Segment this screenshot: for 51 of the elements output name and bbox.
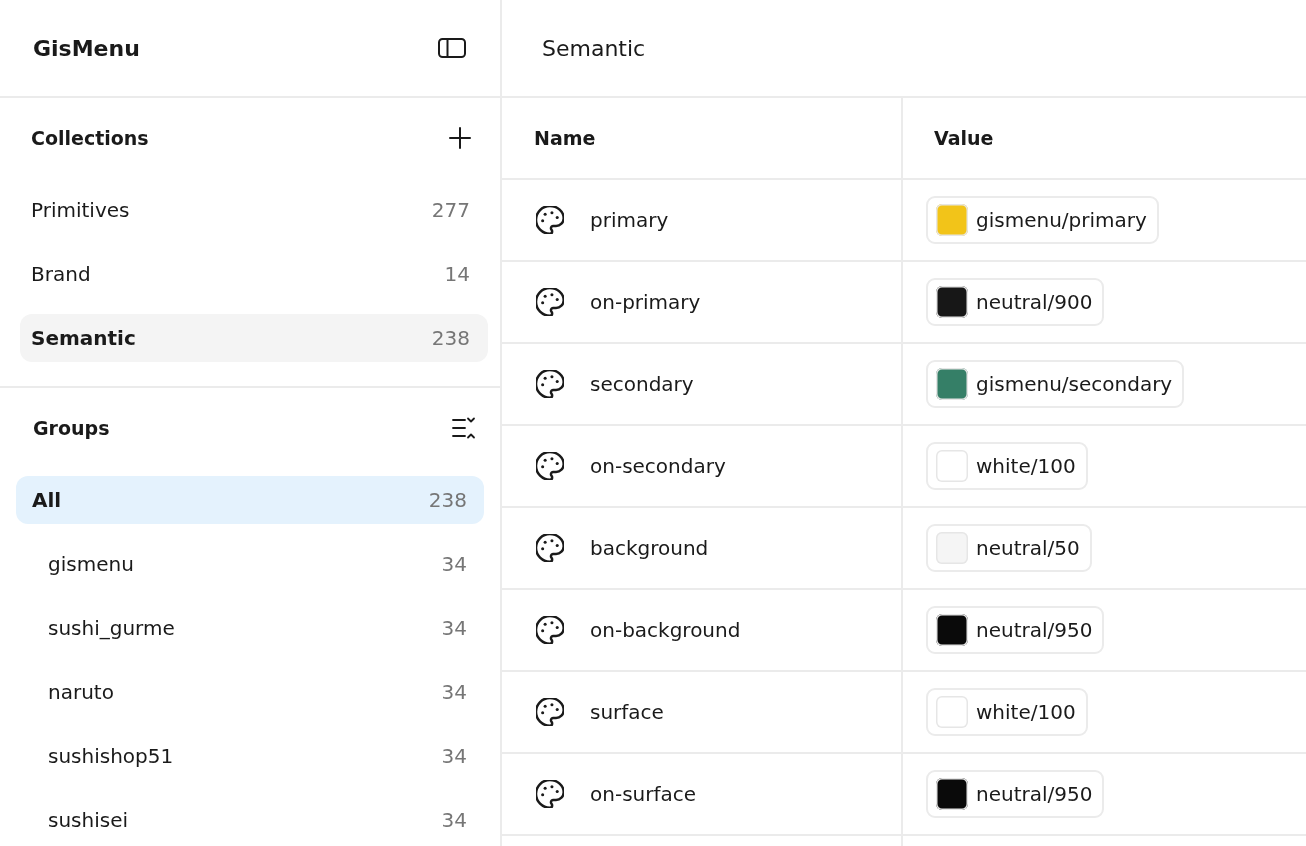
item-count: 34 [441,744,467,768]
item-count: 277 [431,198,470,222]
palette-icon [536,616,564,644]
collection-item[interactable]: Primitives 277 [20,186,488,234]
item-count: 34 [441,680,467,704]
token-name: on-background [590,618,741,642]
token-value: white/100 [976,454,1076,478]
token-name: on-secondary [590,454,726,478]
group-item[interactable]: sushisei 34 [16,796,484,844]
token-name: primary [590,208,669,232]
group-item[interactable]: sushi_gurme 34 [16,604,484,652]
column-header: Name [534,127,596,149]
token-name: on-surface [590,782,697,806]
token-value: neutral/50 [976,536,1080,560]
token-name: surface [590,700,664,724]
token-name: on-primary [590,290,701,314]
token-name: background [590,536,709,560]
item-count: 238 [428,488,467,512]
group-item[interactable]: gismenu 34 [16,540,484,588]
token-value: neutral/950 [976,618,1093,642]
app-title: GisMenu [33,35,140,61]
column-header: Value [934,127,994,149]
item-count: 34 [441,616,467,640]
palette-icon [536,452,564,480]
group-item[interactable]: sushishop51 34 [16,732,484,780]
palette-icon [536,534,564,562]
token-value: neutral/900 [976,290,1093,314]
collapse-expand-icon[interactable] [452,417,476,439]
section-heading: Collections [31,127,149,149]
token-value: gismenu/secondary [976,372,1173,396]
plus-icon[interactable] [449,127,471,149]
item-count: 34 [441,552,467,576]
sidebar-toggle-icon[interactable] [438,38,466,58]
token-value: gismenu/primary [976,208,1147,232]
token-value: neutral/950 [976,782,1093,806]
item-count: 14 [444,262,470,286]
palette-icon [536,780,564,808]
token-name: secondary [590,372,694,396]
page-title: Semantic [542,35,646,61]
item-count: 34 [441,808,467,832]
palette-icon [536,206,564,234]
section-heading: Groups [33,417,110,439]
collection-item[interactable]: Semantic 238 [20,314,488,362]
item-count: 238 [431,326,470,350]
collection-item[interactable]: Brand 14 [20,250,488,298]
palette-icon [536,698,564,726]
palette-icon [536,370,564,398]
token-value: white/100 [976,700,1076,724]
group-item[interactable]: All 238 [16,476,484,524]
group-item[interactable]: naruto 34 [16,668,484,716]
palette-icon [536,288,564,316]
